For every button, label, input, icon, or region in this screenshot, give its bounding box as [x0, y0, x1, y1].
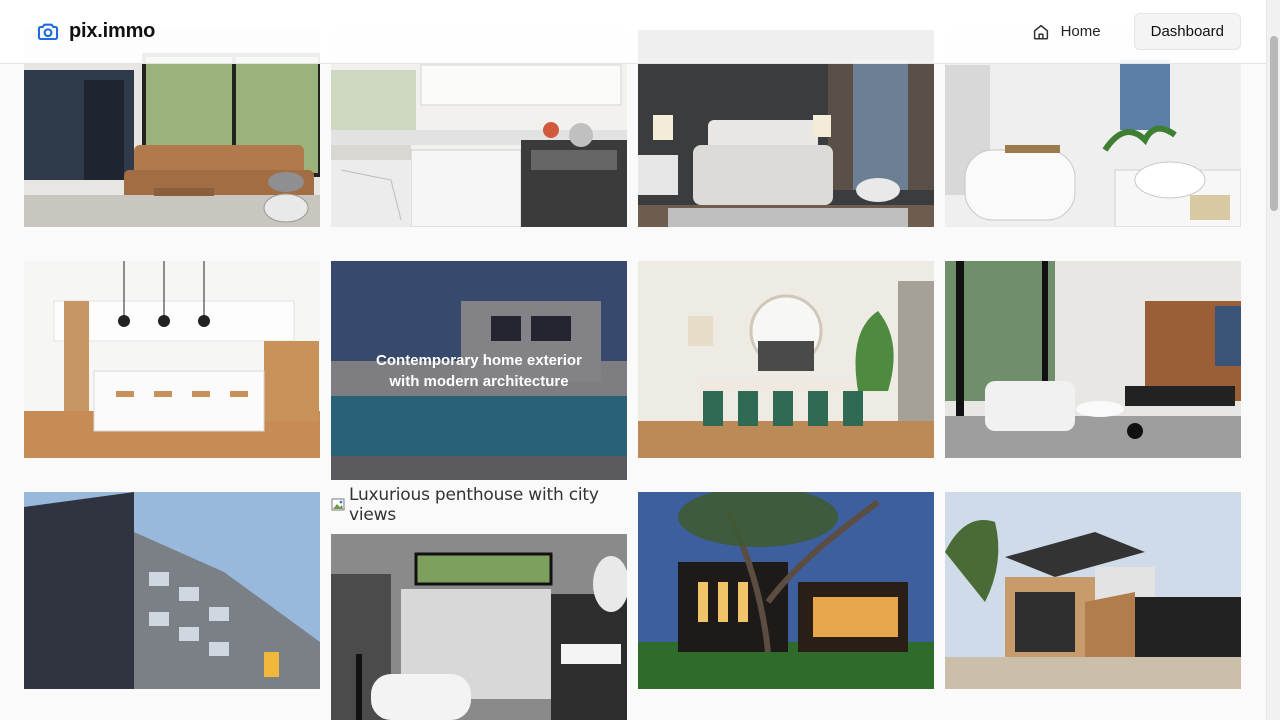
brand-name: pix.immo	[69, 20, 156, 42]
broken-image-alt-text: Luxurious penthouse with city views	[349, 485, 599, 525]
brand-link[interactable]: pix.immo	[36, 20, 155, 44]
page: pix.immo Home Dashboard Contemporary hom…	[0, 0, 1280, 720]
hover-caption-overlay: Contemporary home exterior with modern a…	[331, 261, 627, 480]
gallery-tile-house-night[interactable]	[638, 492, 934, 689]
main-nav: Home Dashboard	[1032, 13, 1241, 50]
gallery-tile-open-living[interactable]	[945, 261, 1241, 458]
house-wood-facade-photo	[945, 492, 1241, 689]
camera-icon	[36, 20, 60, 44]
vertical-scrollbar[interactable]	[1266, 0, 1280, 720]
kitchen-island-photo	[24, 261, 320, 458]
hover-caption-text: Contemporary home exterior with modern a…	[376, 351, 582, 390]
gallery-tile-apartment-building[interactable]	[24, 492, 320, 689]
house-night-photo	[638, 492, 934, 689]
dashboard-button[interactable]: Dashboard	[1133, 13, 1241, 50]
home-link[interactable]: Home	[1032, 23, 1101, 41]
dining-room-photo	[638, 261, 934, 458]
home-icon	[1032, 23, 1050, 41]
broken-image-icon	[331, 497, 347, 513]
apartment-building-photo	[24, 492, 320, 689]
gallery-tile-shower-bathroom[interactable]	[331, 534, 627, 720]
gallery-tile-dining-room[interactable]	[638, 261, 934, 458]
scrollbar-thumb[interactable]	[1270, 36, 1278, 211]
broken-image-placeholder[interactable]: Luxurious penthouse with city views	[331, 485, 627, 525]
gallery-tile-kitchen-island[interactable]	[24, 261, 320, 458]
home-link-label: Home	[1060, 23, 1101, 40]
open-living-photo	[945, 261, 1241, 458]
gallery-tile-exterior-pool[interactable]: Contemporary home exterior with modern a…	[331, 261, 627, 480]
shower-bathroom-photo	[331, 534, 627, 720]
gallery-tile-house-wood-facade[interactable]	[945, 492, 1241, 689]
top-navbar: pix.immo Home Dashboard	[0, 0, 1266, 64]
